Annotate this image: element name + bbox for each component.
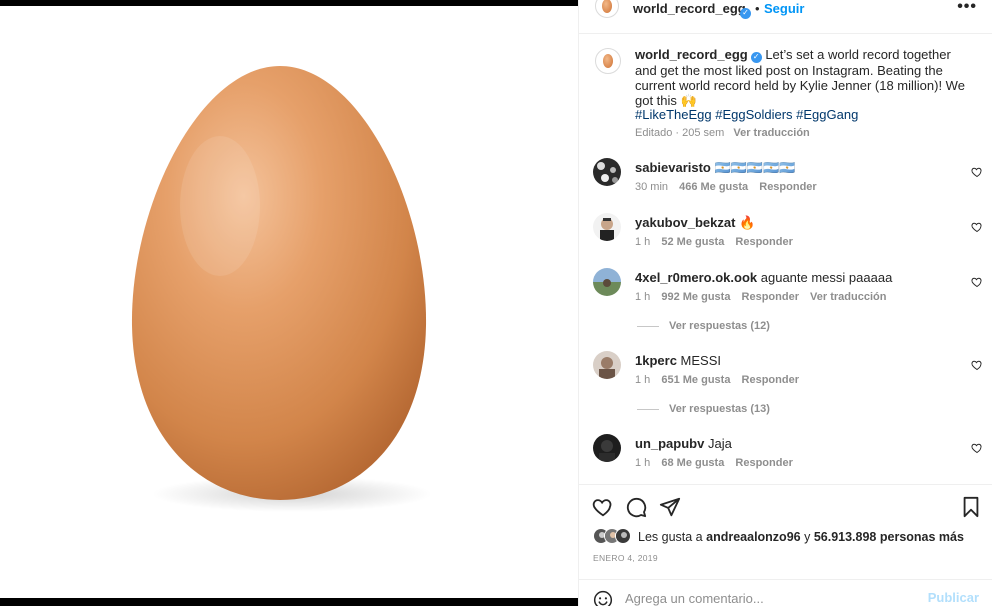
comment-text: Jaja <box>707 436 732 451</box>
comment-avatar[interactable] <box>593 213 621 241</box>
header-separator: • <box>755 1 760 16</box>
post-date: ENERO 4, 2019 <box>593 553 658 563</box>
comment-text: 🇦🇷🇦🇷🇦🇷🇦🇷🇦🇷 <box>714 160 796 175</box>
comment-text-line: 4xel_r0mero.ok.ook aguante messi paaaaa <box>635 270 892 285</box>
comment-meta: 30 min 466 Me gusta Responder <box>635 181 825 193</box>
comment-meta: 1 h 68 Me gusta Responder <box>635 457 801 469</box>
comment-avatar[interactable] <box>593 351 621 379</box>
bookmark-icon[interactable] <box>960 496 982 518</box>
comment-likes[interactable]: 466 Me gusta <box>679 181 748 193</box>
view-replies-label: Ver respuestas (13) <box>669 403 770 415</box>
egg-photo <box>0 6 578 598</box>
comment-username[interactable]: 1kperc <box>635 353 677 368</box>
comment-time: 1 h <box>635 236 651 248</box>
likes-text: Les gusta a andreaalonzo96 y 56.913.898 … <box>638 530 964 544</box>
likes-others[interactable]: 56.913.898 personas más <box>814 530 964 544</box>
comment-reply-button[interactable]: Responder <box>742 374 799 386</box>
caption-edited-time: Editado · 205 sem <box>635 127 725 139</box>
comment-reply-button[interactable]: Responder <box>759 181 816 193</box>
comment-time: 1 h <box>635 374 651 386</box>
author-avatar[interactable] <box>595 0 619 18</box>
caption-username[interactable]: world_record_egg <box>635 47 748 62</box>
likes-summary: Les gusta a andreaalonzo96 y 56.913.898 … <box>593 527 983 547</box>
comment-username[interactable]: 4xel_r0mero.ok.ook <box>635 270 757 285</box>
likes-prefix: Les gusta a <box>638 530 703 544</box>
caption-avatar[interactable] <box>595 48 621 74</box>
caption-text-block: world_record_egg ✓ Let’s set a world reco… <box>635 47 965 108</box>
heart-icon[interactable] <box>971 221 983 233</box>
caption-hashtags[interactable]: #LikeTheEgg #EggSoldiers #EggGang <box>635 107 858 122</box>
post-sidebar: world_record_egg ✓ • Seguir ••• world_re… <box>578 0 992 606</box>
comment-text: MESSI <box>680 353 722 368</box>
comment-likes[interactable]: 52 Me gusta <box>661 236 724 248</box>
comment-likes[interactable]: 651 Me gusta <box>661 374 730 386</box>
comment-meta: 1 h 992 Me gusta Responder Ver traducció… <box>635 291 894 303</box>
post-media <box>0 0 578 606</box>
caption-translate-link[interactable]: Ver traducción <box>733 127 809 139</box>
emoji-icon[interactable] <box>593 590 613 606</box>
heart-icon[interactable] <box>971 442 983 454</box>
verified-badge-icon: ✓ <box>750 51 762 63</box>
comment-likes[interactable]: 992 Me gusta <box>661 291 730 303</box>
more-options-icon[interactable]: ••• <box>957 0 977 16</box>
caption-meta: Editado · 205 sem Ver traducción <box>635 127 810 139</box>
comment-text-line: yakubov_bekzat 🔥 <box>635 215 755 231</box>
comment-username[interactable]: yakubov_bekzat <box>635 215 735 230</box>
comment-text-line: 1kperc MESSI <box>635 353 721 368</box>
comment-avatar[interactable] <box>593 268 621 296</box>
comment-text-line: un_papubv Jaja <box>635 436 732 451</box>
heart-icon[interactable] <box>592 496 614 518</box>
replies-divider <box>637 325 659 327</box>
comment-likes[interactable]: 68 Me gusta <box>661 457 724 469</box>
instagram-post-view: world_record_egg ✓ • Seguir ••• world_re… <box>0 0 992 606</box>
comment-reply-button[interactable]: Responder <box>735 457 792 469</box>
publish-button[interactable]: Publicar <box>928 590 979 605</box>
heart-icon[interactable] <box>971 276 983 288</box>
comment-avatar[interactable] <box>593 434 621 462</box>
likes-connector: y <box>804 530 811 544</box>
add-comment-bar: Publicar <box>579 579 992 606</box>
comment-text: aguante messi paaaaa <box>760 270 893 285</box>
comment-time: 1 h <box>635 457 651 469</box>
comment-username[interactable]: un_papubv <box>635 436 704 451</box>
post-header: world_record_egg ✓ • Seguir ••• <box>579 0 992 34</box>
comment-avatar[interactable] <box>593 158 621 186</box>
post-actions: Les gusta a andreaalonzo96 y 56.913.898 … <box>579 484 992 606</box>
share-icon[interactable] <box>659 496 681 518</box>
replies-divider <box>637 408 659 410</box>
comment-time: 1 h <box>635 291 651 303</box>
comment-icon[interactable] <box>625 496 647 518</box>
comment-username[interactable]: sabievaristo <box>635 160 711 175</box>
author-username[interactable]: world_record_egg <box>633 1 746 16</box>
comment-text-line: sabievaristo 🇦🇷🇦🇷🇦🇷🇦🇷🇦🇷 <box>635 160 795 176</box>
comment-time: 30 min <box>635 181 669 193</box>
view-replies-button[interactable]: Ver respuestas (12) <box>637 320 837 332</box>
heart-icon[interactable] <box>971 359 983 371</box>
view-replies-label: Ver respuestas (12) <box>669 320 770 332</box>
comment-text: 🔥 <box>739 215 756 230</box>
heart-icon[interactable] <box>971 166 983 178</box>
comment-reply-button[interactable]: Responder <box>735 236 792 248</box>
comment-meta: 1 h 651 Me gusta Responder <box>635 374 807 386</box>
comment-reply-button[interactable]: Responder <box>742 291 799 303</box>
follow-button[interactable]: Seguir <box>764 1 804 16</box>
liker-avatar <box>615 528 631 544</box>
view-replies-button[interactable]: Ver respuestas (13) <box>637 403 837 415</box>
verified-badge-icon: ✓ <box>740 7 751 19</box>
likes-user[interactable]: andreaalonzo96 <box>706 530 800 544</box>
comment-input[interactable] <box>625 589 915 606</box>
comment-meta: 1 h 52 Me gusta Responder <box>635 236 801 248</box>
comment-translate-link[interactable]: Ver traducción <box>810 291 886 303</box>
media-letterbox-bottom <box>0 598 578 606</box>
